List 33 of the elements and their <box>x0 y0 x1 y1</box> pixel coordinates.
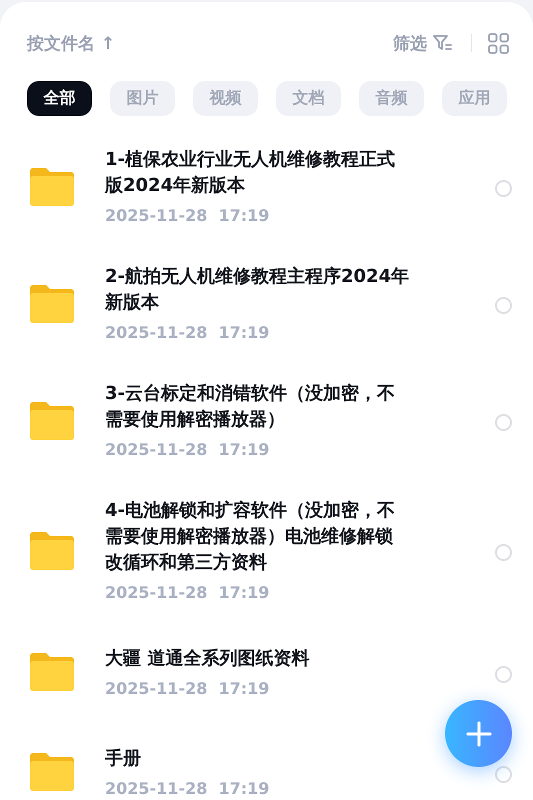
modified-date: 2025-11-28 17:19 <box>105 778 270 798</box>
folder-icon <box>30 284 74 322</box>
folder-icon <box>30 753 74 791</box>
select-radio[interactable] <box>495 414 512 431</box>
modified-date: 2025-11-28 17:19 <box>105 323 270 343</box>
filter-icon <box>433 34 453 52</box>
select-radio[interactable] <box>495 297 512 314</box>
folder-icon <box>30 402 74 440</box>
folder-name-line[interactable]: 4-电池解锁和扩容软件（没加密，不 <box>105 498 395 524</box>
grid-view-icon[interactable] <box>488 32 509 54</box>
plus-icon <box>466 720 492 746</box>
folder-name-line[interactable]: 版2024年新版本 <box>105 173 246 199</box>
folder-name-line[interactable]: 需要使用解密播放器）电池维修解锁 <box>105 524 393 550</box>
modified-date: 2025-11-28 17:19 <box>105 440 270 460</box>
select-radio[interactable] <box>495 544 512 561</box>
modified-date: 2025-11-28 17:19 <box>105 583 270 603</box>
folder-name-line[interactable]: 手册 <box>105 746 141 772</box>
folder-name-line[interactable]: 3-云台标定和消错软件（没加密，不 <box>105 381 395 407</box>
select-radio[interactable] <box>495 180 512 197</box>
folder-name-line[interactable]: 改循环和第三方资料 <box>105 550 267 576</box>
folder-icon <box>30 168 74 206</box>
folder-name-line[interactable]: 1-植保农业行业无人机维修教程正式 <box>105 147 395 173</box>
select-radio[interactable] <box>495 666 512 682</box>
modified-date: 2025-11-28 17:19 <box>105 678 270 698</box>
folder-icon <box>30 532 74 570</box>
folder-name-line[interactable]: 2-航拍无人机维修教程主程序2024年 <box>105 264 410 290</box>
folder-name-line[interactable]: 需要使用解密播放器） <box>105 407 285 433</box>
folder-name-line[interactable]: 新版本 <box>105 290 159 316</box>
modified-date: 2025-11-28 17:19 <box>105 206 270 226</box>
folder-icon <box>30 653 74 691</box>
folder-name-line[interactable]: 大疆 道通全系列图纸资料 <box>105 646 310 672</box>
select-radio[interactable] <box>495 766 512 782</box>
category-tab[interactable]: 全部 <box>27 81 92 116</box>
